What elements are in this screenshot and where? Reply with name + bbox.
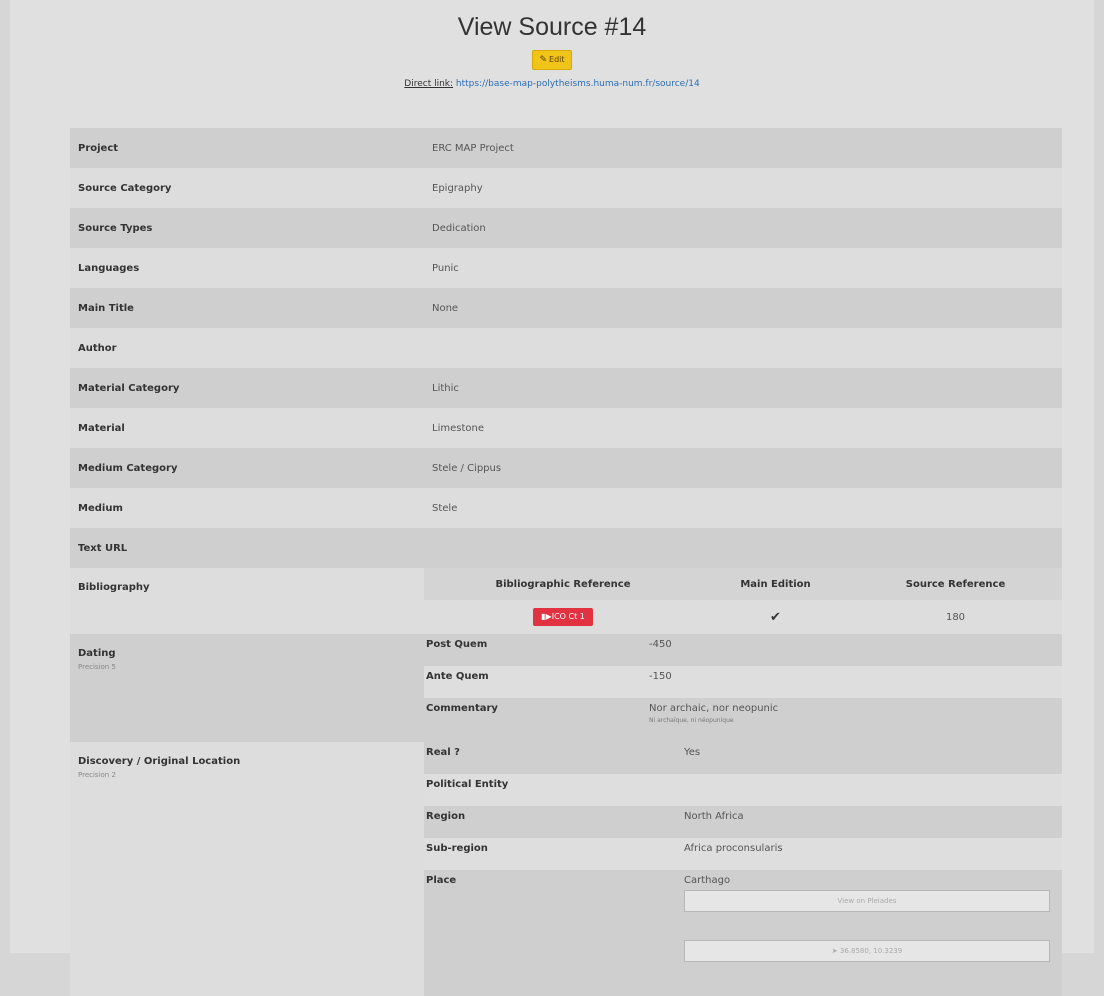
bib-reference-button[interactable]: ▮▶ICO Ct 1: [533, 608, 593, 626]
field-label: Medium Category: [70, 448, 424, 488]
page-title: View Source #14: [457, 13, 647, 41]
view-on-pleiades-button[interactable]: View on Pleiades: [684, 890, 1050, 912]
location-precision: Precision 2: [78, 771, 116, 779]
dating-value: Nor archaic, nor neopunic: [649, 703, 779, 714]
check-icon: ✔: [770, 609, 781, 625]
location-arrow-icon: ➤: [831, 947, 840, 955]
bibliography-table: Bibliographic Reference Main Edition Sou…: [424, 568, 1062, 634]
edit-button[interactable]: ✎ Edit: [532, 50, 572, 70]
bib-header-reference: Bibliographic Reference: [424, 568, 702, 600]
field-label: Material: [70, 408, 424, 448]
direct-link[interactable]: https://base-map-polytheisms.huma-num.fr…: [456, 79, 700, 89]
location-political-entity-row: Political Entity: [424, 774, 1062, 806]
page-header: View Source #14 ✎ Edit Direct link: https…: [10, 0, 1094, 89]
location-value: Africa proconsularis: [682, 838, 1062, 870]
bib-source-reference: 180: [849, 600, 1062, 634]
coordinates-button[interactable]: ➤ 36.8580, 10.3239: [684, 940, 1050, 962]
bib-row: ▮▶ICO Ct 1 ✔ 180: [424, 600, 1062, 634]
location-value: Yes: [682, 742, 1062, 774]
field-value: Dedication: [424, 208, 1062, 248]
field-row-material-category: Material Category Lithic: [70, 368, 1062, 408]
dating-row: Dating Precision 5 Post Quem -450 Ante Q…: [70, 634, 1062, 742]
field-value: Stele: [424, 488, 1062, 528]
coordinates-label: 36.8580, 10.3239: [839, 947, 903, 955]
dating-commentary-note: Ni archaïque, ni néopunique: [649, 717, 734, 724]
bib-reference-label: ICO Ct 1: [551, 612, 585, 621]
field-row-main-title: Main Title None: [70, 288, 1062, 328]
bib-header-source-reference: Source Reference: [849, 568, 1062, 600]
field-value: Epigraphy: [424, 168, 1062, 208]
field-label: Main Title: [70, 288, 424, 328]
dating-precision: Precision 5: [78, 663, 116, 671]
field-value: [424, 528, 1062, 568]
page: View Source #14 ✎ Edit Direct link: https…: [10, 0, 1094, 996]
dating-commentary-row: Commentary Nor archaic, nor neopunic Ni …: [424, 698, 1062, 742]
dating-key: Post Quem: [424, 634, 647, 666]
location-row: Discovery / Original Location Precision …: [70, 742, 1062, 996]
field-row-source-types: Source Types Dedication: [70, 208, 1062, 248]
location-region-row: Region North Africa: [424, 806, 1062, 838]
location-real-row: Real ? Yes: [424, 742, 1062, 774]
dating-table: Post Quem -450 Ante Quem -150 Commentary…: [424, 634, 1062, 742]
location-key: Real ?: [424, 742, 682, 774]
field-value: Punic: [424, 248, 1062, 288]
field-label: Source Category: [70, 168, 424, 208]
field-value: ERC MAP Project: [424, 128, 1062, 168]
edit-icon: ✎: [539, 55, 548, 65]
field-row-medium: Medium Stele: [70, 488, 1062, 528]
field-label: Material Category: [70, 368, 424, 408]
field-label: Text URL: [70, 528, 424, 568]
location-subregion-row: Sub-region Africa proconsularis: [424, 838, 1062, 870]
book-icon: ▮▶: [541, 612, 552, 621]
location-table: Real ? Yes Political Entity Region North…: [424, 742, 1062, 996]
dating-ante-quem-row: Ante Quem -150: [424, 666, 1062, 698]
field-row-author: Author: [70, 328, 1062, 368]
direct-link-label: Direct link:: [404, 79, 454, 89]
location-key: Political Entity: [424, 774, 682, 806]
field-row-material: Material Limestone: [70, 408, 1062, 448]
location-label: Discovery / Original Location: [78, 756, 241, 767]
field-row-languages: Languages Punic: [70, 248, 1062, 288]
edit-label: Edit: [549, 55, 565, 64]
dating-post-quem-row: Post Quem -450: [424, 634, 1062, 666]
field-label: Medium: [70, 488, 424, 528]
field-value: Limestone: [424, 408, 1062, 448]
dating-key: Commentary: [424, 698, 647, 742]
dating-key: Ante Quem: [424, 666, 647, 698]
location-value: North Africa: [682, 806, 1062, 838]
field-value: Lithic: [424, 368, 1062, 408]
location-value: Carthago: [684, 875, 731, 886]
location-key: Sub-region: [424, 838, 682, 870]
source-details-table: Project ERC MAP Project Source Category …: [70, 128, 1062, 996]
field-row-text-url: Text URL: [70, 528, 1062, 568]
direct-link-row: Direct link: https://base-map-polytheism…: [10, 79, 1094, 89]
field-row-medium-category: Medium Category Stele / Cippus: [70, 448, 1062, 488]
dating-value: -450: [647, 634, 1062, 666]
bibliography-row: Bibliography Bibliographic Reference Mai…: [70, 568, 1062, 634]
location-place-row: Place Carthago View on Pleiades ➤ 36.858…: [424, 870, 1062, 996]
field-label: Project: [70, 128, 424, 168]
location-value: [682, 774, 1062, 806]
dating-label: Dating: [78, 648, 116, 659]
location-key: Place: [424, 870, 682, 996]
field-label: Source Types: [70, 208, 424, 248]
field-row-source-category: Source Category Epigraphy: [70, 168, 1062, 208]
field-label: Author: [70, 328, 424, 368]
location-key: Region: [424, 806, 682, 838]
field-label: Languages: [70, 248, 424, 288]
dating-value: -150: [647, 666, 1062, 698]
field-value: None: [424, 288, 1062, 328]
bib-header-main-edition: Main Edition: [702, 568, 849, 600]
field-row-project: Project ERC MAP Project: [70, 128, 1062, 168]
field-value: Stele / Cippus: [424, 448, 1062, 488]
bibliography-label: Bibliography: [70, 568, 424, 634]
field-value: [424, 328, 1062, 368]
